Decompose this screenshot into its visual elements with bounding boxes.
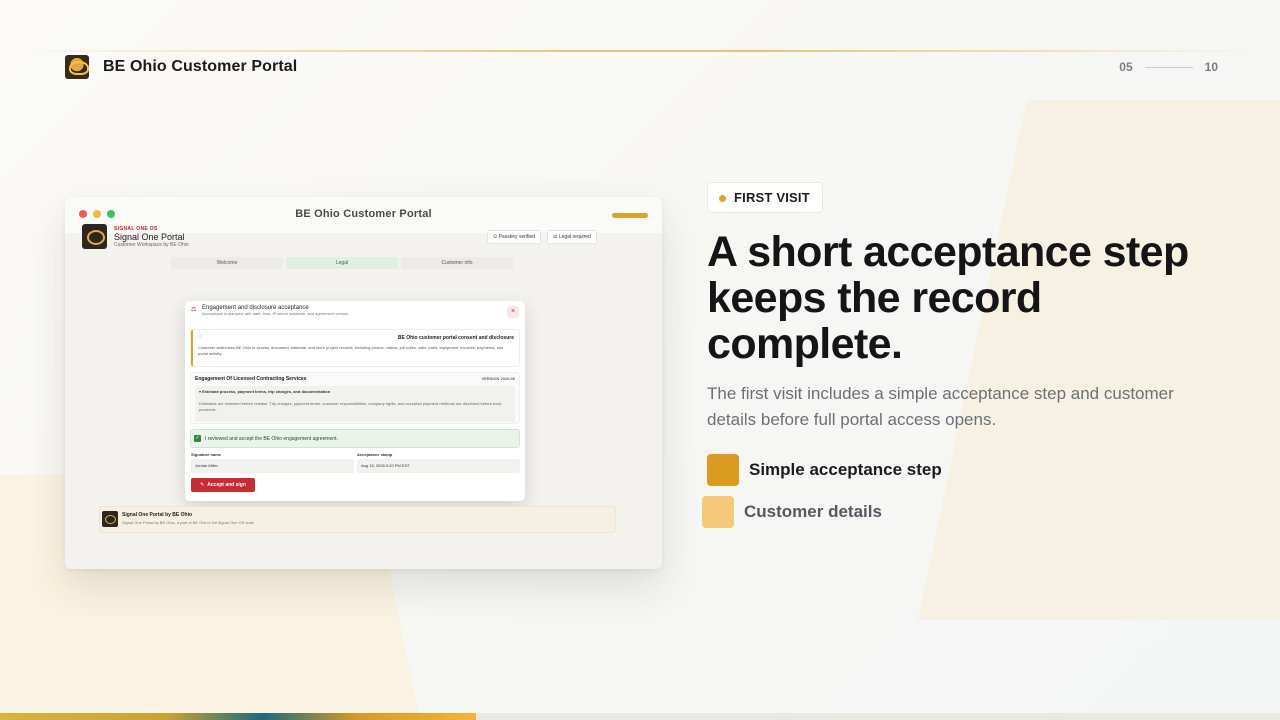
brand-logo-icon <box>65 55 89 79</box>
page-total: 10 <box>1204 60 1218 74</box>
checkbox-checked-icon[interactable]: ✓ <box>194 435 201 442</box>
signature-label: Signature name <box>191 452 222 457</box>
agreement-version: VERSION 2026.06 <box>481 376 515 381</box>
portal-name: Signal One Portal <box>114 231 185 242</box>
slide-pager: 05 10 <box>1119 60 1218 74</box>
feature-acceptance-step: Simple acceptance step <box>707 454 942 486</box>
footer-title: Signal One Portal by BE Ohio <box>122 512 193 518</box>
window-title: BE Ohio Customer Portal <box>295 208 432 220</box>
engagement-title: Engagement Of Licensed Contracting Servi… <box>195 376 307 382</box>
legal-chip-label: Legal required <box>558 234 591 240</box>
modal-subtitle: Acceptance is stamped with date, time, I… <box>202 311 350 316</box>
status-chips: ⊙ Passkey verified ⚖ Legal required <box>487 230 597 244</box>
stamp-label: Acceptance stamp <box>357 452 393 457</box>
subtext: The first visit includes a simple accept… <box>707 384 1174 429</box>
portal-logo-icon <box>82 224 107 249</box>
stamp-field: Aug 15, 2026 5:20 PM EDT <box>357 459 520 473</box>
page-current: 05 <box>1119 60 1133 74</box>
pager-line <box>1144 66 1193 68</box>
tab-welcome[interactable]: Welcome <box>171 257 283 269</box>
close-icon[interactable]: × <box>507 306 519 318</box>
portal-header: SIGNAL ONE OS Signal One Portal Customer… <box>82 224 189 249</box>
progress-fill <box>0 713 477 720</box>
footer-logo-icon <box>102 511 118 527</box>
terms-text: Estimates are reviewed before release. T… <box>199 401 502 412</box>
legal-chip: ⚖ Legal required <box>547 230 597 244</box>
feature-label: Simple acceptance step <box>749 460 942 479</box>
portal-footer: Signal One Portal by BE Ohio Signal One … <box>100 507 615 532</box>
feature-swatch-gold <box>707 454 739 486</box>
terms-summary[interactable]: ▾ Estimate process, payment terms, trip … <box>199 389 330 394</box>
modal-header: ⚖ Engagement and disclosure acceptance A… <box>191 305 349 316</box>
badge-label: FIRST VISIT <box>734 190 810 205</box>
signature-field[interactable]: Jordan Miller <box>191 459 354 473</box>
header-divider <box>20 50 1260 52</box>
engagement-card: Engagement Of Licensed Contracting Servi… <box>191 373 519 423</box>
badge-dot-icon <box>719 195 726 202</box>
consent-body: Customer authorizes BE Ohio to access, d… <box>198 345 504 356</box>
tab-customer-info[interactable]: Customer info <box>401 257 513 269</box>
brand-title: BE Ohio Customer Portal <box>103 58 298 75</box>
passkey-chip-label: Passkey verified <box>498 234 535 240</box>
footer-subtitle: Signal One Portal by BE Ohio, a part of … <box>122 520 254 525</box>
progress-bar <box>0 713 1280 720</box>
passkey-chip: ⊙ Passkey verified <box>487 230 541 244</box>
terms-disclosure[interactable]: ▾ Estimate process, payment terms, trip … <box>195 386 515 422</box>
portal-subtitle: Customer Workspace by BE Ohio <box>114 241 189 248</box>
feature-customer-details: Customer details <box>702 496 882 528</box>
accept-button-label: Accept and sign <box>207 482 246 488</box>
portal-tabs: Welcome Legal Customer info <box>171 257 513 269</box>
scale-icon: ⚖ <box>191 307 197 313</box>
portal-screenshot: BE Ohio Customer Portal SIGNAL ONE OS Si… <box>65 197 662 569</box>
brand: BE Ohio Customer Portal <box>65 55 297 79</box>
window-accent-pill <box>612 213 648 218</box>
consent-title: BE Ohio customer portal consent and disc… <box>397 335 514 341</box>
consent-card: ◌ BE Ohio customer portal consent and di… <box>191 330 519 366</box>
section-badge: FIRST VISIT <box>707 182 823 213</box>
feature-label: Customer details <box>744 502 882 521</box>
tab-legal[interactable]: Legal <box>286 257 398 269</box>
accept-checkbox-row[interactable]: ✓ I reviewed and accept the BE Ohio enga… <box>191 430 519 447</box>
pen-icon: ✎ <box>200 482 205 488</box>
accept-checkbox-label: I reviewed and accept the BE Ohio engage… <box>205 435 338 442</box>
acceptance-modal: ⚖ Engagement and disclosure acceptance A… <box>185 301 525 501</box>
feature-swatch-light-gold <box>702 496 734 528</box>
accept-and-sign-button[interactable]: ✎ Accept and sign <box>191 478 255 492</box>
headline: A short acceptance step keeps the record… <box>707 228 1189 368</box>
shield-icon: ◌ <box>198 334 202 340</box>
